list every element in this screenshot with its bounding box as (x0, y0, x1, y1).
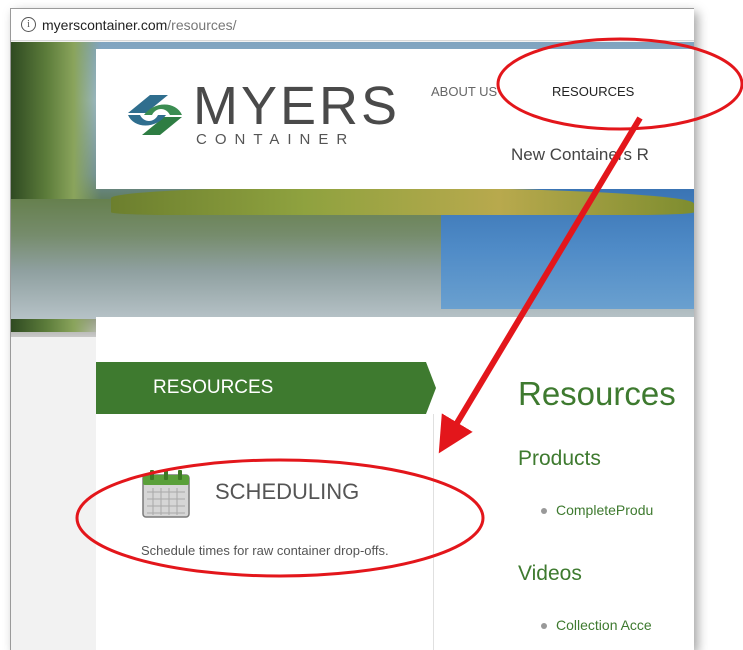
bullet-icon (541, 623, 547, 630)
logo-subtext: CONTAINER (196, 131, 356, 148)
nav-about-us[interactable]: ABOUT US (431, 84, 497, 99)
list-item[interactable]: CompleteProdu (541, 502, 653, 518)
scheduling-description: Schedule times for raw container drop-of… (141, 543, 389, 558)
subnav-new-containers[interactable]: New Containers R (511, 145, 649, 165)
link-complete-products[interactable]: CompleteProdu (556, 502, 653, 518)
url-path: /resources/ (167, 16, 237, 33)
browser-frame: i myerscontainer.com/resources/ MYERS CO… (10, 8, 694, 650)
sidebar-tab-resources[interactable]: RESOURCES (96, 362, 426, 414)
link-collection-access[interactable]: Collection Acce (556, 617, 652, 633)
address-bar[interactable]: i myerscontainer.com/resources/ (11, 9, 694, 41)
section-heading-videos: Videos (518, 562, 582, 585)
calendar-icon[interactable] (141, 469, 191, 519)
section-heading-products: Products (518, 447, 601, 470)
logo-text[interactable]: MYERS (193, 79, 400, 133)
nav-resources[interactable]: RESOURCES (552, 84, 634, 99)
logo-mark-icon[interactable] (124, 91, 186, 139)
info-icon[interactable]: i (21, 17, 36, 32)
site-header: MYERS CONTAINER ABOUT US RESOURCES New C… (96, 49, 694, 189)
bullet-icon (541, 508, 547, 515)
column-divider (433, 414, 434, 650)
sidebar-tab-arrow (426, 362, 436, 414)
url-domain: myerscontainer.com (42, 16, 168, 33)
content-panel: RESOURCES SCHEDULING Schedule times for … (96, 317, 694, 650)
scheduling-link[interactable]: SCHEDULING (215, 479, 359, 505)
page-title: Resources (518, 375, 676, 412)
list-item[interactable]: Collection Acce (541, 617, 652, 633)
